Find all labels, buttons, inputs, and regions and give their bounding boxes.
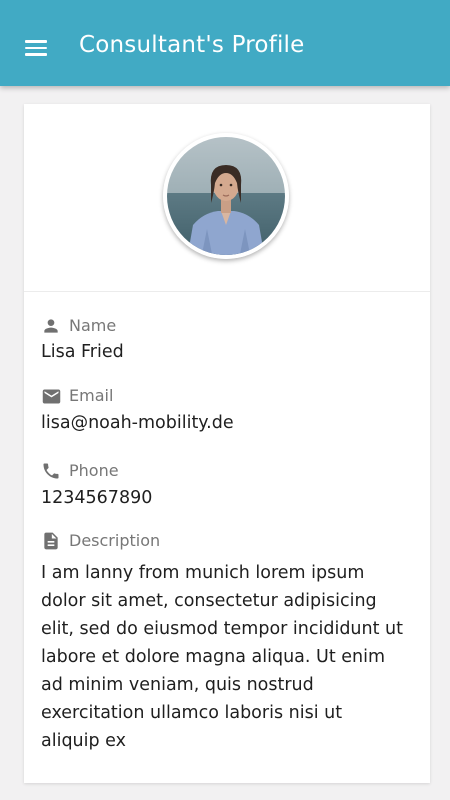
description-label-row: Description [40,530,160,552]
description-icon [40,530,62,552]
email-value[interactable]: lisa@noah-mobility.de [41,411,234,435]
description-label: Description [69,531,161,550]
page-title: Consultant's Profile [79,32,305,58]
name-value: Lisa Fried [41,342,124,362]
person-icon [40,315,62,337]
phone-value[interactable]: 1234567890 [41,486,152,510]
email-label: Email [69,386,114,405]
avatar-photo [163,133,289,259]
email-label-row: Email [40,385,113,407]
name-label: Name [69,316,117,335]
phone-icon [40,460,62,482]
phone-label: Phone [69,461,119,480]
menu-icon [25,40,47,56]
profile-card: Name Lisa Fried Email lisa@noah-mobility… [24,104,430,783]
phone-label-row: Phone [40,460,119,482]
avatar [163,133,289,259]
name-label-row: Name [40,315,116,337]
menu-button[interactable] [14,29,58,67]
avatar-section [24,104,430,292]
app-bar: Consultant's Profile [0,0,450,86]
description-value: I am lanny from munich lorem ipsum dolor… [41,563,403,751]
email-icon [40,385,62,407]
